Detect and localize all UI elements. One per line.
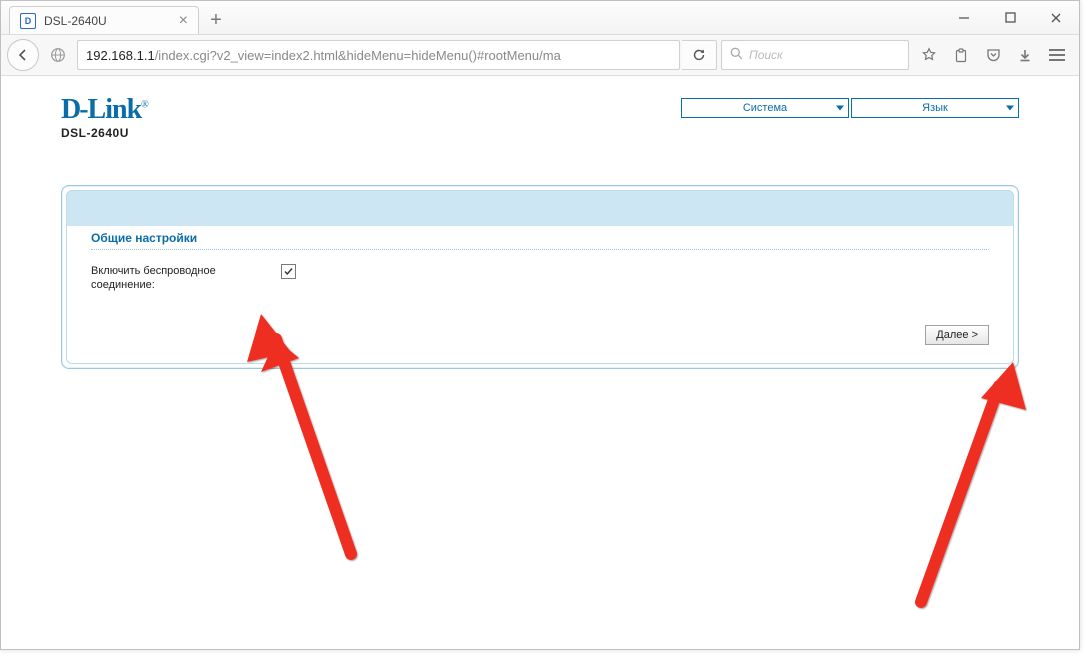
browser-toolbar: 192.168.1.1/index.cgi?v2_view=index2.htm… xyxy=(1,34,1079,76)
window-close-button[interactable] xyxy=(1033,4,1079,32)
search-box[interactable]: Поиск xyxy=(721,40,909,70)
wireless-enable-label: Включить беспроводное соединение: xyxy=(91,264,271,293)
nav-back-button[interactable] xyxy=(7,39,39,71)
window-controls xyxy=(941,1,1079,34)
close-tab-icon[interactable]: × xyxy=(179,13,188,29)
new-tab-button[interactable]: + xyxy=(203,7,229,33)
search-icon xyxy=(730,47,743,63)
system-dropdown[interactable]: Система xyxy=(681,98,849,118)
chevron-down-icon xyxy=(1006,106,1014,111)
next-button[interactable]: Далее > xyxy=(925,325,989,345)
page-viewport: D-Link® DSL-2640U Система Язык xyxy=(1,76,1079,650)
annotation-arrow-icon xyxy=(881,354,1051,614)
device-model: DSL-2640U xyxy=(61,126,148,140)
tab-title: DSL-2640U xyxy=(44,14,107,28)
browser-tab[interactable]: D DSL-2640U × xyxy=(9,6,199,34)
site-identity-icon[interactable] xyxy=(43,40,73,70)
bookmark-star-icon[interactable] xyxy=(913,40,945,70)
url-host: 192.168.1.1 xyxy=(86,48,155,63)
settings-panel: Общие настройки Включить беспроводное со… xyxy=(61,185,1019,369)
url-bar[interactable]: 192.168.1.1/index.cgi?v2_view=index2.htm… xyxy=(77,40,680,70)
browser-window: D DSL-2640U × + 192.168.1.1/index.cgi?v2… xyxy=(0,0,1080,650)
section-title: Общие настройки xyxy=(91,231,989,250)
pocket-icon[interactable] xyxy=(977,40,1009,70)
form-row-wireless: Включить беспроводное соединение: xyxy=(91,264,989,293)
reload-button[interactable] xyxy=(682,40,717,70)
clipboard-icon[interactable] xyxy=(945,40,977,70)
url-path: /index.cgi?v2_view=index2.html&hideMenu=… xyxy=(155,48,561,63)
window-minimize-button[interactable] xyxy=(941,4,987,32)
downloads-icon[interactable] xyxy=(1009,40,1041,70)
system-dropdown-label: Система xyxy=(743,102,787,114)
language-dropdown-label: Язык xyxy=(922,102,948,114)
brand-logo: D-Link® xyxy=(61,96,148,124)
menu-button[interactable] xyxy=(1041,40,1073,70)
window-maximize-button[interactable] xyxy=(987,4,1033,32)
tab-strip: D DSL-2640U × + xyxy=(1,1,1079,34)
chevron-down-icon xyxy=(836,106,844,111)
wireless-enable-checkbox[interactable] xyxy=(281,264,296,279)
logo-block: D-Link® DSL-2640U xyxy=(61,96,148,140)
language-dropdown[interactable]: Язык xyxy=(851,98,1019,118)
header-controls: Система Язык xyxy=(681,98,1019,118)
hamburger-icon xyxy=(1049,49,1065,61)
tab-favicon-icon: D xyxy=(20,13,36,29)
toolbar-right-group xyxy=(913,40,1073,70)
search-placeholder: Поиск xyxy=(749,48,783,62)
